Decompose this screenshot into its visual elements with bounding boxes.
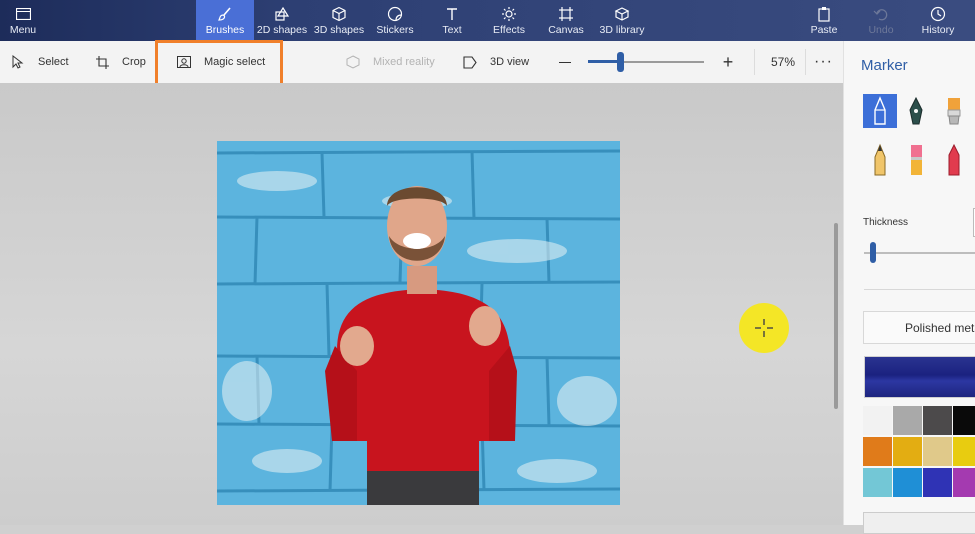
crop-icon [94, 54, 110, 70]
color-swatch[interactable] [893, 437, 922, 466]
paste-label: Paste [810, 23, 838, 36]
vertical-scrollbar[interactable] [834, 223, 838, 409]
thickness-slider[interactable] [864, 252, 975, 254]
crop-label: Crop [122, 56, 146, 68]
menu-label: Menu [9, 23, 37, 36]
color-swatch[interactable] [923, 468, 952, 497]
oil-brush-button[interactable] [937, 94, 971, 128]
color-swatch[interactable] [863, 437, 892, 466]
eraser-brush-button[interactable] [899, 143, 933, 177]
pencil-brush-button[interactable] [863, 143, 897, 177]
panel-title: Marker [861, 57, 908, 74]
select-label: Select [38, 56, 69, 68]
panel-divider [864, 289, 975, 290]
color-swatch[interactable] [893, 406, 922, 435]
cursor-arrow-icon [10, 54, 26, 70]
divider [754, 49, 755, 75]
minus-icon [559, 61, 571, 63]
thickness-slider-thumb[interactable] [870, 242, 876, 263]
eraser-icon [911, 145, 922, 175]
brush-panel: Marker Thickness Polished metal [843, 41, 975, 534]
history-label: History [921, 23, 955, 36]
tab-3d-shapes[interactable]: 3D shapes [310, 0, 368, 41]
mixed-reality-button[interactable]: Mixed reality [345, 41, 435, 83]
3d-view-label: 3D view [490, 56, 530, 68]
divider [805, 49, 806, 75]
tab-label: 2D shapes [256, 23, 308, 36]
tab-3d-library[interactable]: 3D library [597, 0, 647, 41]
zoom-slider[interactable] [588, 52, 704, 72]
color-swatch[interactable] [953, 437, 975, 466]
color-swatch[interactable] [953, 406, 975, 435]
calligraphy-brush-button[interactable] [899, 94, 933, 128]
tab-stickers[interactable]: Stickers [370, 0, 420, 41]
ellipsis-icon: ··· [814, 53, 833, 70]
zoom-out-button[interactable] [557, 41, 573, 83]
top-toolbar: Menu Brushes 2D shapes 3D shapes Sticker… [0, 0, 975, 41]
tab-label: Brushes [205, 23, 245, 36]
3d-shapes-icon [331, 6, 347, 22]
marker-brush-button[interactable] [863, 94, 897, 128]
selection-toolbar: Select Crop Magic select Mixed reality 3… [0, 41, 843, 84]
stickers-icon [387, 6, 403, 22]
tab-label: 3D shapes [313, 23, 365, 36]
color-swatch[interactable] [863, 406, 892, 435]
tab-2d-shapes[interactable]: 2D shapes [254, 0, 310, 41]
canvas-image[interactable] [217, 141, 620, 505]
paste-button[interactable]: Paste [806, 0, 842, 41]
select-button[interactable]: Select [10, 41, 69, 83]
tab-text[interactable]: Text [430, 0, 474, 41]
color-swatch[interactable] [923, 406, 952, 435]
3d-view-button[interactable]: 3D view [462, 41, 529, 83]
canvas-area[interactable] [0, 83, 843, 525]
tab-label: Canvas [548, 23, 584, 36]
mixed-reality-label: Mixed reality [373, 56, 435, 68]
tab-label: 3D library [599, 23, 645, 36]
yellow-cursor-indicator [739, 303, 789, 353]
folder-icon [15, 6, 31, 22]
color-swatch[interactable] [953, 468, 975, 497]
text-icon [444, 6, 460, 22]
plus-icon: + [722, 52, 734, 72]
color-swatch[interactable] [923, 437, 952, 466]
crop-button[interactable]: Crop [94, 41, 146, 83]
effects-icon [501, 6, 517, 22]
history-icon [930, 6, 946, 22]
undo-icon [873, 6, 889, 22]
current-color-preview[interactable] [864, 356, 975, 398]
color-swatch[interactable] [863, 468, 892, 497]
thickness-label: Thickness [863, 217, 909, 228]
mixed-reality-icon [345, 54, 361, 70]
tab-brushes[interactable]: Brushes [196, 0, 254, 41]
more-options-button[interactable]: ··· [814, 41, 833, 83]
color-swatch[interactable] [893, 468, 922, 497]
3d-library-icon [614, 6, 630, 22]
zoom-in-button[interactable]: + [720, 41, 736, 83]
canvas-icon [558, 6, 574, 22]
crosshair-icon [755, 319, 773, 337]
crayon-icon [948, 143, 960, 176]
tab-label: Stickers [376, 23, 414, 36]
tab-effects[interactable]: Effects [486, 0, 532, 41]
history-button[interactable]: History [915, 0, 961, 41]
zoom-slider-thumb[interactable] [617, 52, 624, 72]
tab-label: Text [442, 23, 462, 36]
finish-dropdown[interactable]: Polished metal [863, 311, 975, 344]
tab-label: Effects [493, 23, 525, 36]
menu-button[interactable]: Menu [2, 0, 44, 41]
undo-label: Undo [868, 23, 894, 36]
undo-button[interactable]: Undo [866, 0, 896, 41]
oil-brush-icon [947, 98, 961, 125]
brush-icon [217, 6, 233, 22]
crayon-brush-button[interactable] [937, 143, 971, 177]
3d-view-icon [462, 54, 478, 70]
add-color-button[interactable] [863, 512, 975, 534]
2d-shapes-icon [274, 6, 290, 22]
calligraphy-pen-icon [909, 96, 923, 125]
clipboard-icon [816, 6, 832, 22]
tab-canvas[interactable]: Canvas [543, 0, 589, 41]
marker-icon [874, 96, 886, 125]
pencil-icon [874, 143, 886, 176]
zoom-percentage[interactable]: 57% [771, 41, 795, 83]
